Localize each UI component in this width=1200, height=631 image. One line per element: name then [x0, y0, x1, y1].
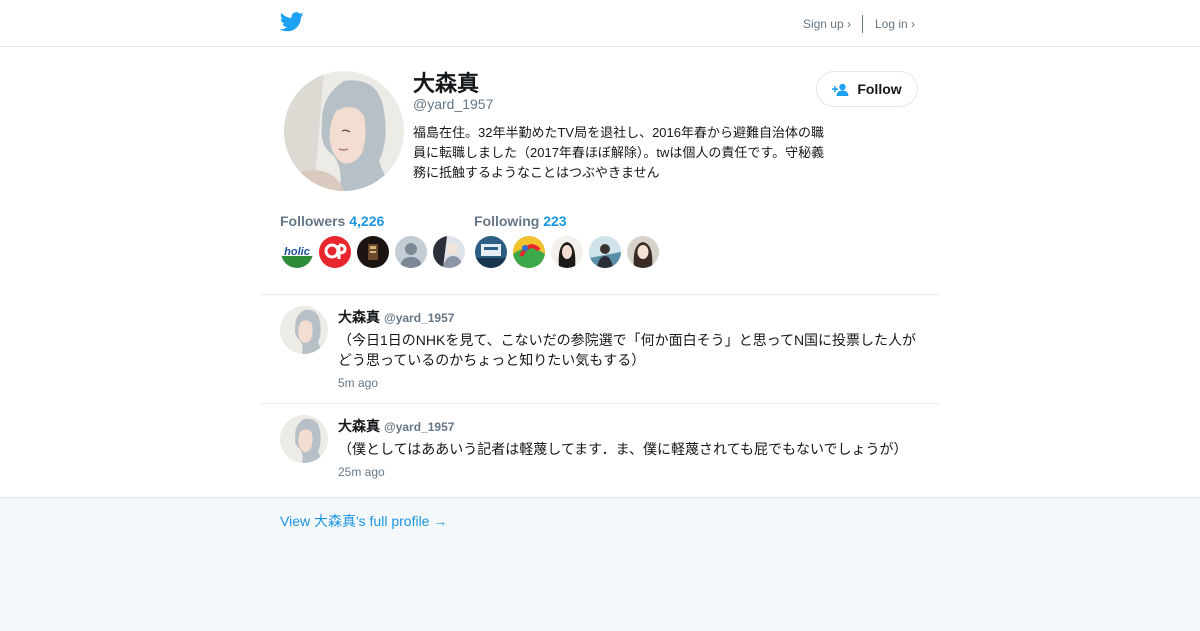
profile-handle: @yard_1957: [413, 96, 494, 112]
tweet-timestamp[interactable]: 25m ago: [338, 465, 385, 479]
tweet-author-name[interactable]: 大森真: [338, 418, 380, 434]
tweet-divider: [260, 403, 940, 404]
following-avatar[interactable]: [551, 236, 583, 268]
followers-count: 4,226: [349, 213, 385, 229]
follow-button[interactable]: Follow: [816, 71, 918, 107]
add-person-icon: [832, 83, 849, 96]
tweet-author: 大森真 @yard_1957: [338, 416, 454, 436]
follower-avatar[interactable]: [357, 236, 389, 268]
auth-links: Sign up › Log in ›: [803, 15, 915, 33]
tweet-author: 大森真 @yard_1957: [338, 307, 454, 327]
svg-text:holic: holic: [284, 246, 310, 258]
followers-label: Followers: [280, 213, 346, 229]
top-bar: Sign up › Log in ›: [0, 0, 1200, 47]
following-avatar[interactable]: [627, 236, 659, 268]
following-label: Following: [474, 213, 540, 229]
signup-link[interactable]: Sign up ›: [803, 17, 851, 31]
login-link[interactable]: Log in ›: [875, 17, 915, 31]
profile-avatar[interactable]: [284, 71, 404, 191]
follower-avatar[interactable]: [433, 236, 465, 268]
following-avatar[interactable]: [475, 236, 507, 268]
tweet-author-handle[interactable]: @yard_1957: [384, 420, 454, 434]
following-stat[interactable]: Following 223: [474, 213, 567, 229]
full-profile-link[interactable]: View 大森真's full profile →: [280, 511, 447, 531]
profile-bio: 福島在住。32年半勤めたTV局を退社し、2016年春から避難自治体の職員に転職し…: [413, 125, 825, 180]
tweet-avatar[interactable]: [280, 415, 328, 463]
tweet-text: （今日1日のNHKを見て、こないだの参院選で「何か面白そう」と思ってN国に投票し…: [338, 332, 917, 368]
follower-avatar[interactable]: [395, 236, 427, 268]
footer: View 大森真's full profile →: [0, 497, 1200, 631]
link-divider: [861, 15, 863, 33]
twitter-bird-icon[interactable]: [280, 11, 304, 33]
following-count: 223: [543, 213, 567, 229]
following-avatar[interactable]: [513, 236, 545, 268]
follower-avatar[interactable]: holic: [281, 236, 313, 268]
tweet-author-handle[interactable]: @yard_1957: [384, 311, 454, 325]
tweet-avatar[interactable]: [280, 306, 328, 354]
tweet-text: （僕としてはああいう記者は軽蔑してます．ま、僕に軽蔑されても屁でもないでしょうが…: [338, 441, 908, 457]
tweet-timestamp[interactable]: 5m ago: [338, 376, 378, 390]
tweet[interactable]: 大森真 @yard_1957 （僕としてはああいう記者は軽蔑してます．ま、僕に軽蔑…: [280, 415, 940, 485]
follow-label: Follow: [857, 81, 902, 97]
tweet[interactable]: 大森真 @yard_1957 （今日1日のNHKを見て、こないだの参院選で「何か面…: [280, 306, 940, 396]
tweet-author-name[interactable]: 大森真: [338, 309, 380, 325]
following-avatar[interactable]: [589, 236, 621, 268]
follower-avatar[interactable]: [319, 236, 351, 268]
section-divider: [260, 294, 940, 295]
profile-name: 大森真: [413, 71, 480, 96]
followers-stat[interactable]: Followers 4,226: [280, 213, 384, 229]
